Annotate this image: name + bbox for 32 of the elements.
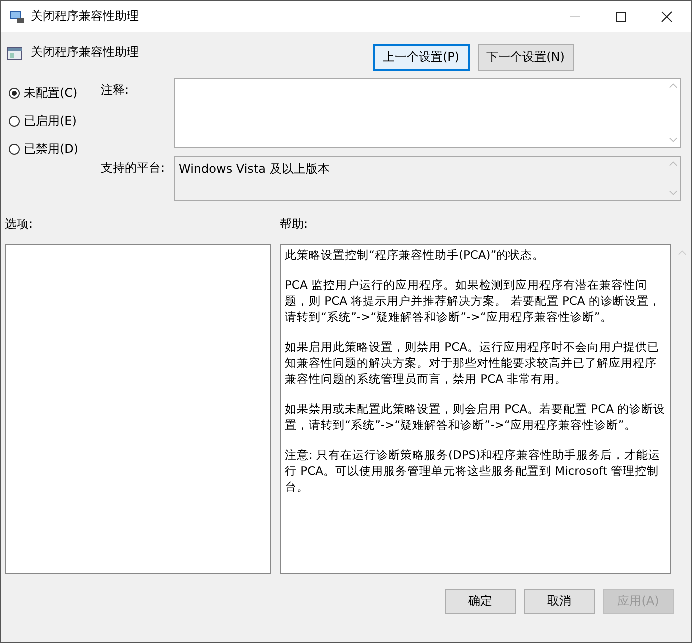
scroll-down-icon[interactable] [669, 190, 678, 196]
window-title: 关闭程序兼容性助理 [31, 8, 139, 25]
comment-field[interactable] [174, 78, 681, 148]
policy-icon [7, 46, 23, 62]
section-label: 帮助: [280, 216, 310, 233]
close-icon[interactable] [661, 10, 673, 22]
dialog-button[interactable]: 取消 [524, 589, 595, 614]
help-paragraph: PCA 监控用户运行的应用程序。如果检测到应用程序有潜在兼容性问题，则 PCA 将提示用户并推荐解决方案。 若要配置 PCA 的诊断设置，请转到“系统”->“疑难解答和诊断”->“应用程序兼容性诊断”。 [285, 277, 662, 325]
radio-option[interactable]: 已禁用(D) [9, 140, 101, 159]
scroll-up-icon[interactable] [678, 250, 687, 256]
computer-icon [9, 8, 25, 24]
platform-text: Windows Vista 及以上版本 [178, 161, 331, 178]
radio-option[interactable]: 已启用(E) [9, 112, 101, 131]
field-label: 注释: [101, 82, 130, 99]
radio-icon[interactable] [9, 88, 20, 99]
dialog-button[interactable]: 确定 [445, 589, 516, 614]
field-label: 支持的平台: [101, 160, 166, 177]
help-paragraph: 此策略设置控制“程序兼容性助手(PCA)”的状态。 [285, 247, 546, 263]
scroll-up-icon[interactable] [669, 161, 678, 167]
setting-nav-button[interactable]: 上一个设置(P) [373, 44, 470, 71]
radio-icon[interactable] [9, 116, 20, 127]
radio-icon[interactable] [9, 144, 20, 155]
section-label: 选项: [5, 216, 34, 233]
setting-nav-button[interactable]: 下一个设置(N) [478, 44, 574, 71]
help-paragraph: 注意: 只有在运行诊断策略服务(DPS)和程序兼容性助手服务后，才能运行 PCA。可以使用服务管理单元将这些服务配置到 Microsoft 管理控制台。 [285, 447, 662, 495]
radio-option[interactable]: 未配置(C) [9, 84, 101, 103]
help-paragraph: 如果禁用或未配置此策略设置，则会启用 PCA。若要配置 PCA 的诊断设置，请转到“系统”->“疑难解答和诊断”->“应用程序兼容性诊断”。 [285, 401, 666, 433]
maximize-icon[interactable] [615, 10, 627, 22]
scroll-down-icon[interactable] [669, 137, 678, 143]
policy-title: 关闭程序兼容性助理 [31, 44, 139, 61]
help-paragraph: 如果启用此策略设置，则禁用 PCA。运行应用程序时不会向用户提供已知兼容性问题的解决方案。对于那些对性能要求较高并已了解应用程序兼容性问题的系统管理员而言，禁用 PCA 非常有用。 [285, 339, 660, 387]
scroll-up-icon[interactable] [669, 83, 678, 89]
